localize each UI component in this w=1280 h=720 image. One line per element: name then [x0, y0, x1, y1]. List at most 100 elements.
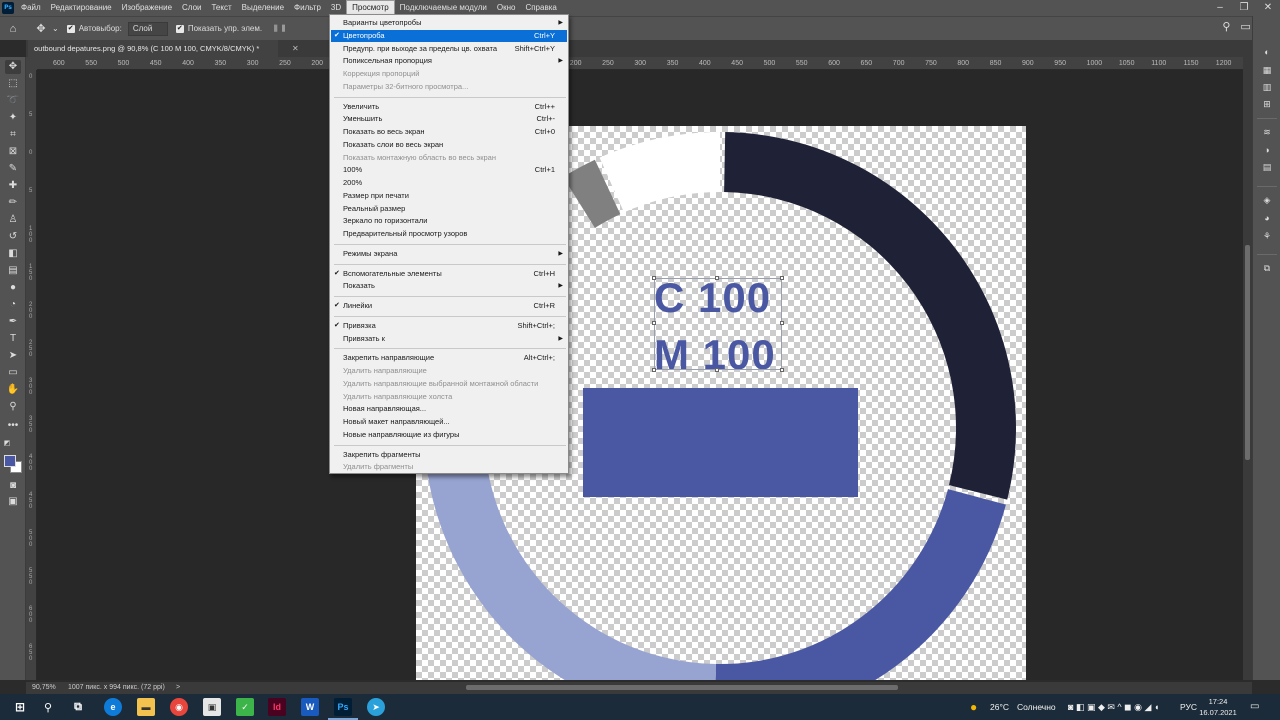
- search-icon[interactable]: ⚲: [1222, 20, 1230, 33]
- foreground-color-swatch[interactable]: [4, 455, 16, 467]
- menu-item[interactable]: Уменьшить Ctrl+-: [331, 113, 567, 125]
- vertical-scroll-thumb[interactable]: [1245, 245, 1250, 460]
- crop-tool-icon[interactable]: ⌗: [5, 128, 21, 142]
- tool-preset-chevron-icon[interactable]: ⌄: [52, 24, 59, 33]
- green-app-icon[interactable]: ✓: [236, 698, 254, 716]
- photoshop-icon[interactable]: Ps: [334, 698, 352, 716]
- restore-icon[interactable]: ❐: [1232, 0, 1256, 16]
- horizontal-scroll-thumb[interactable]: [466, 685, 898, 690]
- menu-item[interactable]: Показать ▶: [331, 280, 567, 292]
- search-icon[interactable]: ⚲: [39, 698, 57, 716]
- tray-app-icons[interactable]: ◙ ◧ ▣ ◆ ✉ ^ ◼ ◉ ◢ ◖: [1068, 694, 1159, 720]
- transform-handle[interactable]: [780, 368, 784, 372]
- menu-item[interactable]: Размер при печати: [331, 190, 567, 202]
- dodge-tool-icon[interactable]: ◔: [5, 298, 21, 312]
- weather-temperature[interactable]: 26°C: [990, 694, 1009, 720]
- history-brush-icon[interactable]: ↺: [5, 230, 21, 244]
- menu-item[interactable]: 200%: [331, 177, 567, 189]
- menu-item[interactable]: 100% Ctrl+1: [331, 164, 567, 176]
- transform-handle[interactable]: [652, 368, 656, 372]
- transform-handle[interactable]: [715, 276, 719, 280]
- magic-wand-icon[interactable]: ✦: [5, 111, 21, 125]
- transform-handle[interactable]: [652, 321, 656, 325]
- autoselect-dropdown[interactable]: Слой: [127, 21, 168, 36]
- more-tools-icon[interactable]: •••: [5, 419, 21, 433]
- menu-item[interactable]: Предупр. при выходе за пределы цв. охват…: [331, 43, 567, 55]
- menu-file[interactable]: Файл: [16, 0, 46, 16]
- menu-item[interactable]: ✔ Привязка Shift+Ctrl+;: [331, 320, 567, 332]
- show-transform-checkbox[interactable]: ✔: [175, 24, 184, 33]
- menu-item[interactable]: Показать слои во весь экран: [331, 139, 567, 151]
- vertical-ruler[interactable]: 0 5 0 5 1 0 0 1 5 0 2 0 0 2 5 0 3 0 0 3 5 0 4 0 0 4…: [26, 70, 37, 680]
- paths-panel-icon[interactable]: ⚘: [1260, 230, 1274, 242]
- notifications-icon[interactable]: ▭: [1250, 694, 1259, 720]
- menu-item[interactable]: ✔ Цветопроба Ctrl+Y: [331, 29, 567, 42]
- start-icon[interactable]: ⊞: [11, 698, 29, 716]
- channels-panel-icon[interactable]: ◕: [1260, 212, 1274, 224]
- transform-handle[interactable]: [652, 276, 656, 280]
- zoom-tool-icon[interactable]: ⚲: [5, 400, 21, 414]
- language-indicator[interactable]: РУС: [1180, 694, 1197, 720]
- menu-edit[interactable]: Редактирование: [46, 0, 117, 16]
- move-tool-icon[interactable]: ✥: [32, 20, 50, 38]
- path-selection-icon[interactable]: ➤: [5, 349, 21, 363]
- canvas-area[interactable]: C 100 M 100: [37, 70, 1243, 680]
- task-view-icon[interactable]: ⧉: [69, 698, 87, 716]
- screen-mode-icon[interactable]: ▣: [5, 495, 21, 509]
- vertical-scrollbar[interactable]: [1243, 57, 1252, 680]
- menu-item[interactable]: Реальный размер: [331, 203, 567, 215]
- menu-type[interactable]: Текст: [206, 0, 236, 16]
- zoom-level[interactable]: 90,75%: [32, 682, 56, 694]
- menu-item[interactable]: Зеркало по горизонтали: [331, 215, 567, 227]
- menu-item[interactable]: Варианты цветопробы ▶: [331, 17, 567, 29]
- menu-item[interactable]: Попиксельная пропорция ▶: [331, 55, 567, 67]
- indesign-icon[interactable]: Id: [268, 698, 286, 716]
- history-panel-icon[interactable]: ⧉: [1260, 262, 1274, 274]
- status-menu-chevron-icon[interactable]: >: [176, 682, 180, 694]
- brush-tool-icon[interactable]: ✏: [5, 196, 21, 210]
- menu-item[interactable]: Показать во весь экран Ctrl+0: [331, 126, 567, 138]
- frame-tool-icon[interactable]: ⊠: [5, 145, 21, 159]
- edge-icon[interactable]: e: [104, 698, 122, 716]
- word-icon[interactable]: W: [301, 698, 319, 716]
- eraser-tool-icon[interactable]: ◧: [5, 247, 21, 261]
- healing-brush-icon[interactable]: ✚: [5, 179, 21, 193]
- autoselect-checkbox[interactable]: ✔: [66, 24, 75, 33]
- move-tool-icon[interactable]: ✥: [5, 60, 21, 74]
- tab-close-icon[interactable]: ✕: [292, 40, 299, 57]
- marquee-tool-icon[interactable]: ⬚: [5, 77, 21, 91]
- menu-item[interactable]: Привязать к ▶: [331, 333, 567, 345]
- menu-filter[interactable]: Фильтр: [289, 0, 326, 16]
- store-icon[interactable]: ▣: [203, 698, 221, 716]
- color-panel-icon[interactable]: ◐: [1260, 46, 1274, 58]
- gradients-panel-icon[interactable]: ▥: [1260, 81, 1274, 93]
- menu-select[interactable]: Выделение: [237, 0, 289, 16]
- align-icons[interactable]: ⫼⫼: [274, 24, 289, 34]
- file-explorer-icon[interactable]: ▬: [137, 698, 155, 716]
- document-tab[interactable]: outbound depatures.png @ 90,8% (C 100 M …: [28, 40, 278, 57]
- properties-panel-icon[interactable]: ◑: [1260, 144, 1274, 156]
- chrome-icon[interactable]: ◉: [170, 698, 188, 716]
- quick-mask-icon[interactable]: ◙: [5, 479, 21, 493]
- default-colors-icon[interactable]: ◩: [2, 437, 12, 451]
- close-icon[interactable]: ✕: [1256, 0, 1280, 16]
- adjustments-panel-icon[interactable]: ≋: [1260, 126, 1274, 138]
- hand-tool-icon[interactable]: ✋: [5, 383, 21, 397]
- clone-stamp-icon[interactable]: ♙: [5, 213, 21, 227]
- type-tool-icon[interactable]: T: [5, 332, 21, 346]
- menu-item[interactable]: Новый макет направляющей...: [331, 416, 567, 428]
- home-icon[interactable]: ⌂: [4, 20, 22, 38]
- workspace-icon[interactable]: ▭: [1240, 20, 1250, 33]
- menu-image[interactable]: Изображение: [117, 0, 177, 16]
- libraries-panel-icon[interactable]: ▤: [1260, 161, 1274, 173]
- eyedropper-icon[interactable]: ✎: [5, 162, 21, 176]
- swatches-panel-icon[interactable]: ▦: [1260, 64, 1274, 76]
- pen-tool-icon[interactable]: ✒: [5, 315, 21, 329]
- menu-item[interactable]: Предварительный просмотр узоров: [331, 228, 567, 240]
- menu-item[interactable]: ✔ Вспомогательные элементы Ctrl+H: [331, 268, 567, 280]
- text-bounding-box[interactable]: [652, 276, 784, 372]
- photoshop-logo-icon[interactable]: Ps: [0, 0, 16, 16]
- rectangle-tool-icon[interactable]: ▭: [5, 366, 21, 380]
- transform-handle[interactable]: [780, 321, 784, 325]
- weather-condition[interactable]: Солнечно: [1017, 694, 1056, 720]
